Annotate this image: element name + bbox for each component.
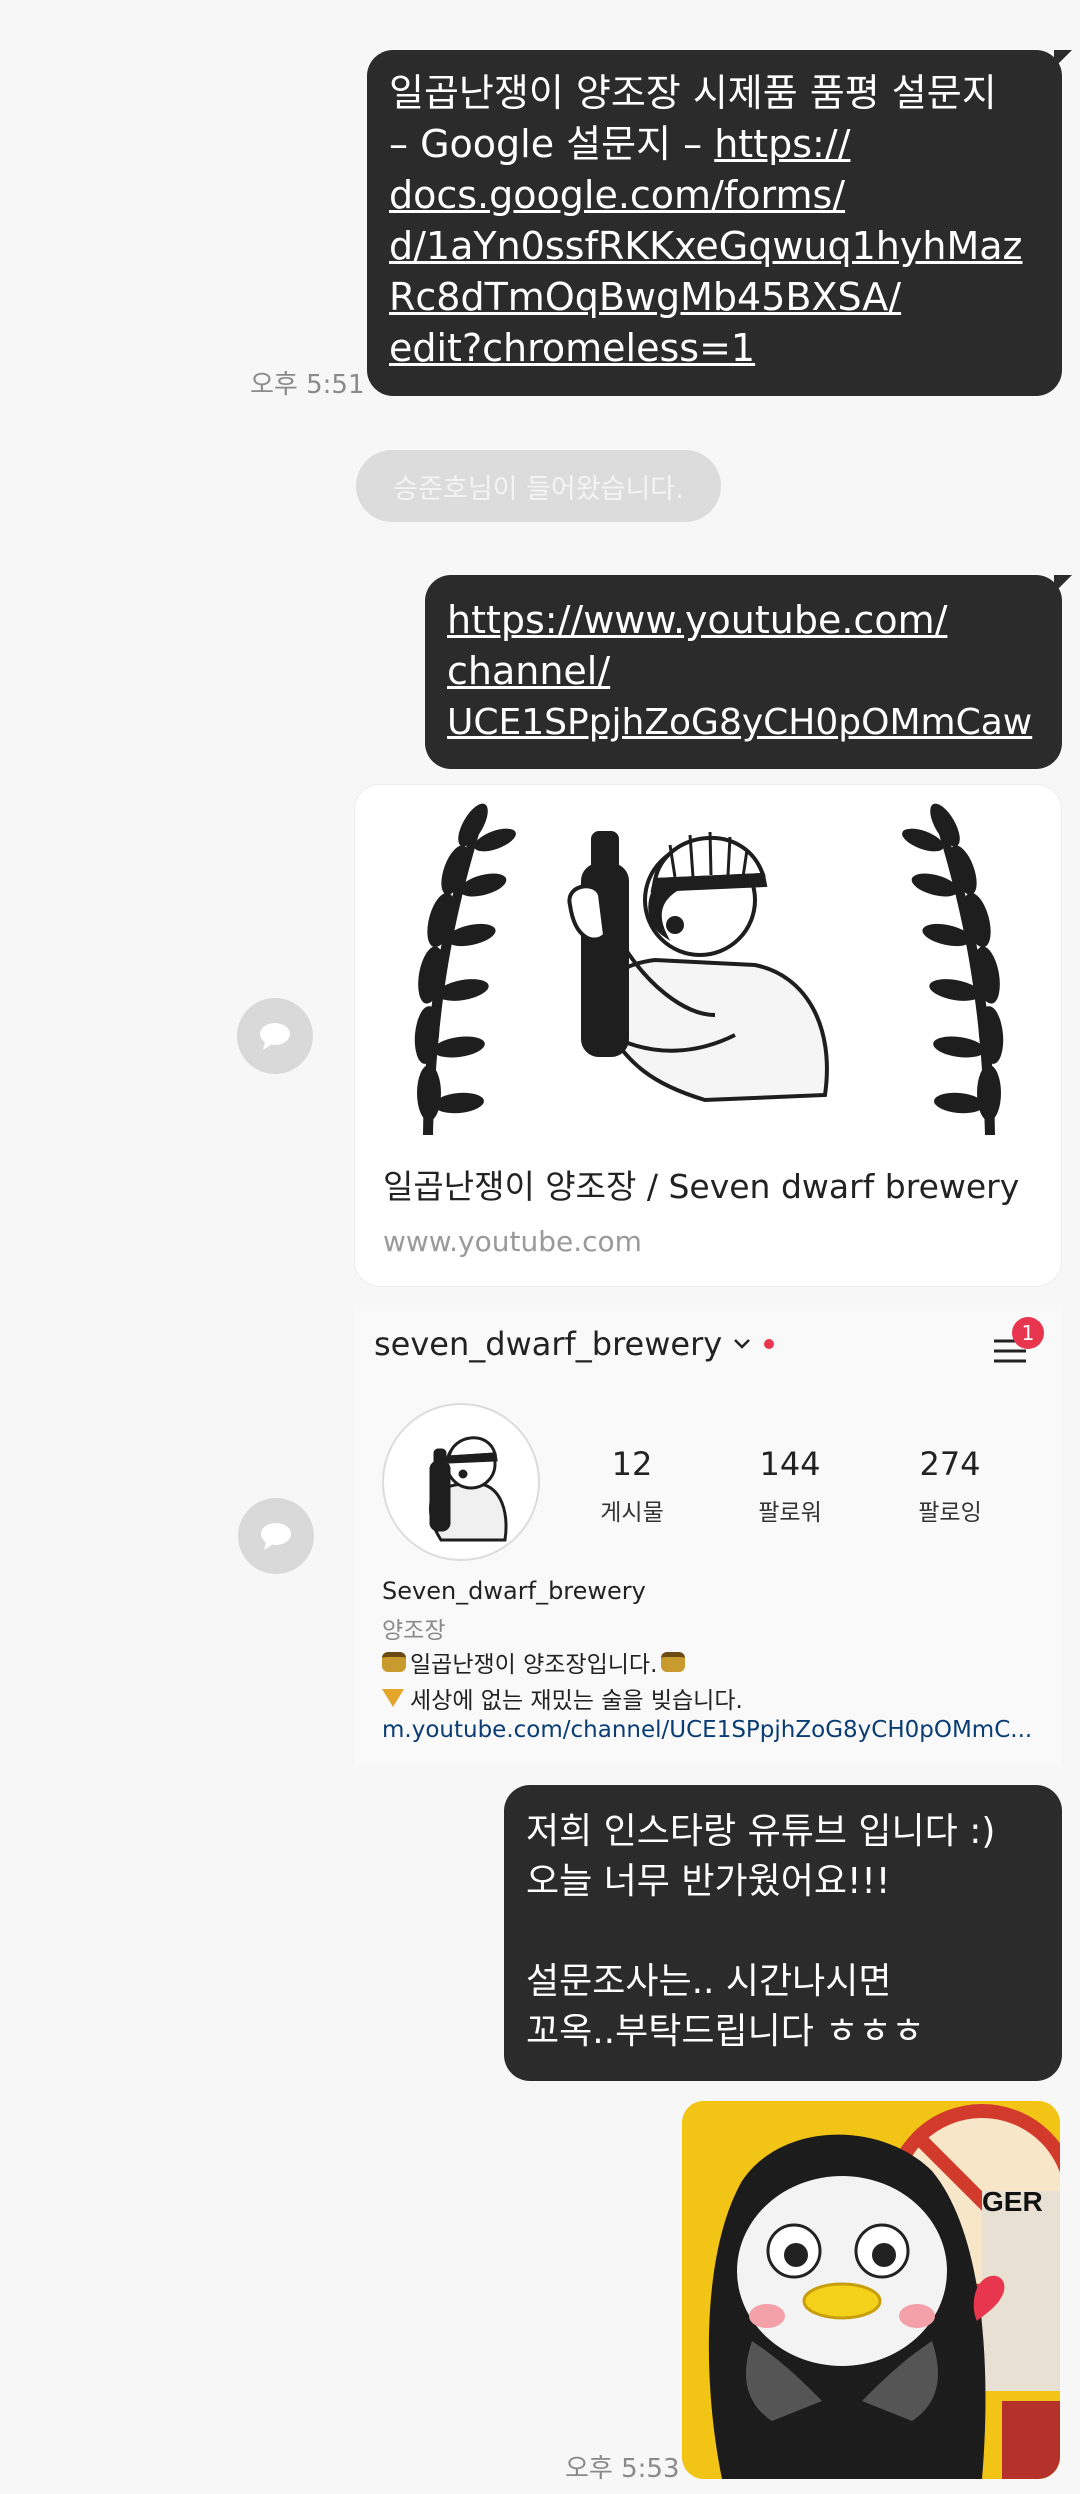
youtube-link-line-2[interactable]: channel/ <box>447 646 1040 697</box>
instagram-profile-screenshot[interactable]: seven_dwarf_brewery 1 12 게시물 144 팔로워 274… <box>354 1305 1062 1765</box>
instagram-username-text: seven_dwarf_brewery <box>374 1325 723 1363</box>
brewer-avatar-illustration <box>429 1436 508 1542</box>
survey-link-line-5[interactable]: edit?chromeless=1 <box>389 323 1040 374</box>
instagram-username[interactable]: seven_dwarf_brewery <box>374 1325 775 1363</box>
instagram-menu-button[interactable]: 1 <box>990 1317 1044 1369</box>
join-notice-pill: 승준호님이 들어왔습니다. <box>356 450 721 522</box>
background-sign-text: GER <box>982 2186 1043 2217</box>
share-instagram-button[interactable] <box>238 1498 314 1574</box>
chevron-down-icon <box>734 1339 751 1349</box>
penguin-photo-message[interactable]: GER <box>682 2101 1060 2479</box>
photo-timestamp: 오후 5:53 <box>565 2454 680 2484</box>
profile-bio-line-2: 세상에 없는 재밌는 술을 빚습니다. <box>382 1681 743 1715</box>
survey-title-text: 일곱난쟁이 양조장 시제품 품평 설문지 <box>389 71 997 115</box>
instagram-avatar[interactable] <box>382 1403 540 1561</box>
following-count: 274 <box>919 1445 981 1483</box>
posts-count: 12 <box>611 1445 653 1483</box>
bio-line-1-text: 일곱난쟁이 양조장입니다. <box>410 1652 658 1678</box>
share-bubble-icon <box>260 1023 290 1050</box>
honey-jar-icon <box>382 1652 406 1672</box>
notification-badge: 1 <box>1012 1317 1044 1349</box>
share-youtube-button[interactable] <box>237 998 313 1074</box>
followers-count: 144 <box>759 1445 821 1483</box>
greeting-message-bubble[interactable]: 저희 인스타랑 유튜브 입니다 :) 오늘 너무 반가웠어요!!! 설문조사는.… <box>504 1785 1062 2081</box>
profile-display-name: Seven_dwarf_brewery <box>382 1577 646 1605</box>
profile-bio-link[interactable]: m.youtube.com/channel/UCE1SPpjhZoG8yCH0p… <box>382 1717 1032 1743</box>
share-bubble-icon <box>261 1523 291 1550</box>
honey-jar-icon <box>661 1652 686 1672</box>
survey-form-label: – Google 설문지 – <box>389 122 715 166</box>
youtube-link-bubble[interactable]: https://www.youtube.com/ channel/ UCE1SP… <box>425 575 1072 769</box>
left-laurel-icon <box>414 803 516 1135</box>
youtube-preview-card[interactable]: 일곱난쟁이 양조장 / Seven dwarf brewery www.yout… <box>354 784 1062 1287</box>
survey-link-line-4[interactable]: Rc8dTmOqBwgMb45BXSA/ <box>389 272 1040 323</box>
greeting-line-4: 설문조사는.. 시간나시면 <box>526 1961 892 2002</box>
bio-line-2-text: 세상에 없는 재밌는 술을 빚습니다. <box>410 1688 743 1714</box>
survey-link-line-2[interactable]: docs.google.com/forms/ <box>389 170 1040 221</box>
survey-message-bubble[interactable]: 일곱난쟁이 양조장 시제품 품평 설문지 – Google 설문지 – http… <box>367 50 1072 396</box>
join-notice-text: 승준호님이 들어왔습니다. <box>393 473 684 505</box>
youtube-link-line-3[interactable]: UCE1SPpjhZoG8yCH0pOMmCaw <box>447 697 1040 748</box>
survey-timestamp: 오후 5:51 <box>250 370 365 400</box>
followers-label: 팔로워 <box>758 1500 822 1526</box>
greeting-line-1: 저희 인스타랑 유튜브 입니다 :) <box>526 1811 996 1852</box>
posts-stat[interactable]: 12 게시물 <box>582 1445 682 1527</box>
posts-label: 게시물 <box>600 1500 664 1526</box>
following-label: 팔로잉 <box>918 1500 982 1526</box>
youtube-preview-title: 일곱난쟁이 양조장 / Seven dwarf brewery <box>383 1167 1020 1206</box>
cocktail-icon <box>382 1689 404 1707</box>
profile-bio-line-1: 일곱난쟁이 양조장입니다. <box>382 1645 686 1679</box>
new-activity-dot <box>764 1339 775 1349</box>
youtube-preview-domain: www.youtube.com <box>383 1225 642 1258</box>
greeting-line-2: 오늘 너무 반가웠어요!!! <box>526 1861 891 1902</box>
brewer-character-illustration <box>567 831 829 1103</box>
followers-stat[interactable]: 144 팔로워 <box>740 1445 840 1527</box>
greeting-line-3 <box>526 1907 1040 1957</box>
greeting-line-5: 꼬옥..부탁드립니다 ㅎㅎㅎ <box>526 2011 925 2052</box>
survey-link-line-1[interactable]: https:// <box>714 122 850 166</box>
youtube-link-line-1[interactable]: https://www.youtube.com/ <box>447 595 1040 646</box>
youtube-channel-thumbnail <box>355 785 1061 1140</box>
penguin-photo-image <box>682 2101 1060 2479</box>
right-laurel-icon <box>902 803 1004 1135</box>
following-stat[interactable]: 274 팔로잉 <box>900 1445 1000 1527</box>
notification-count: 1 <box>1021 1321 1035 1345</box>
survey-link-line-3[interactable]: d/1aYn0ssfRKKxeGqwuq1hyhMaz <box>389 221 1040 272</box>
profile-category: 양조장 <box>382 1618 446 1644</box>
